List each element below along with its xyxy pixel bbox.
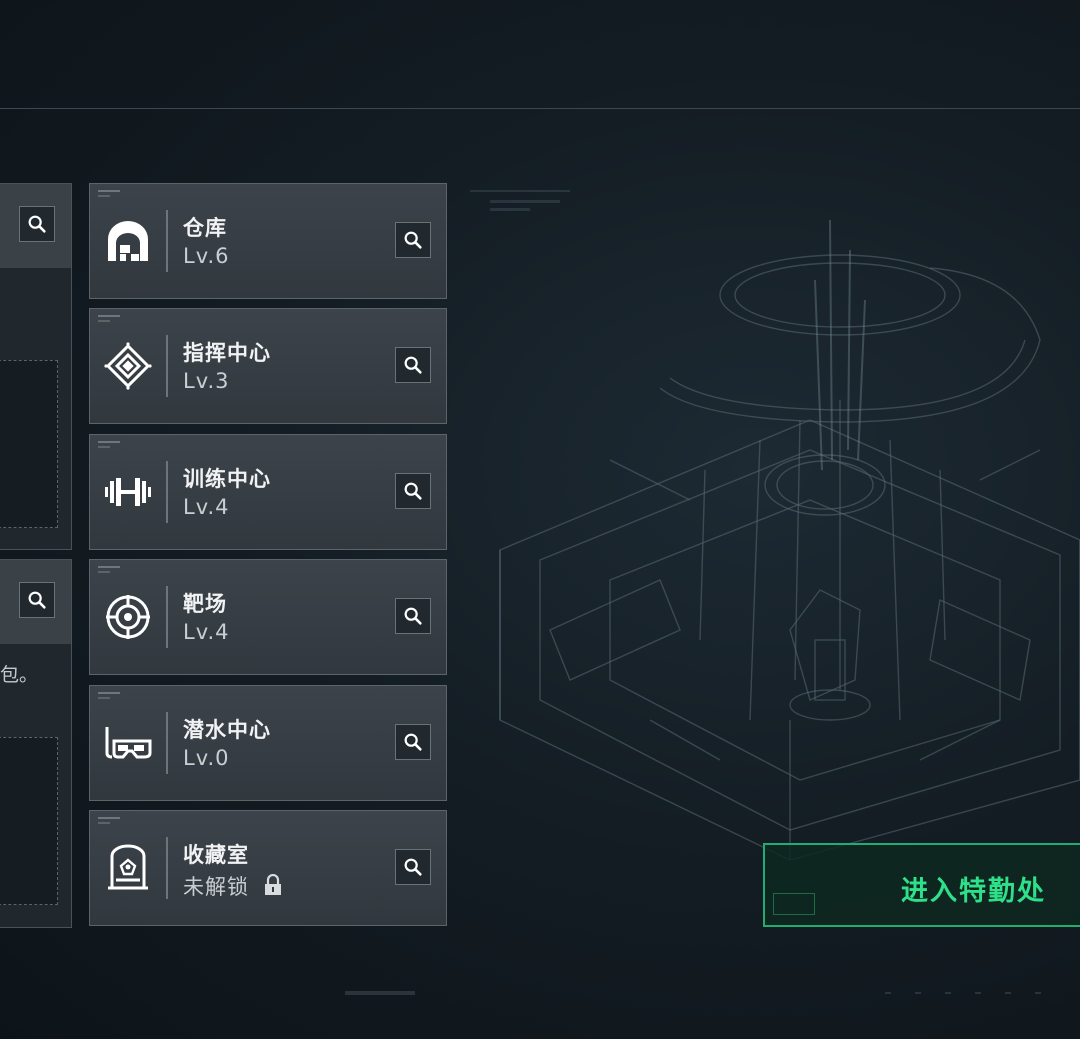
card-divider [166,461,168,523]
dumbbell-icon [104,468,152,516]
building-card-training-center[interactable]: 训练中心 Lv.4 [89,434,447,550]
card-divider [166,210,168,272]
building-level: Lv.6 [183,244,230,268]
search-icon [404,231,422,249]
building-card-diving-center[interactable]: 潜水中心 Lv.0 [89,685,447,801]
bottom-scroll-indicator [345,991,415,995]
search-icon [404,356,422,374]
building-level: Lv.4 [183,495,230,519]
card-tag [98,817,120,819]
card-tag [98,441,120,443]
bottom-decoration [885,992,1065,994]
building-level: Lv.0 [183,746,230,770]
card-tag [98,697,110,699]
enter-special-ops-button[interactable]: 进入特勤处 [763,843,1080,927]
lock-icon [264,873,282,896]
card-tag [98,566,120,568]
building-status: 未解锁 [183,875,249,899]
card-tag [98,320,110,322]
building-level: Lv.4 [183,620,230,644]
command-center-search-button[interactable] [395,347,431,383]
building-name: 收藏室 [183,843,249,867]
building-name: 潜水中心 [183,718,271,742]
left-panel-upper-search-button[interactable] [19,206,55,242]
building-name: 靶场 [183,592,227,616]
search-icon [28,591,46,609]
command-center-icon [104,342,152,390]
building-card-warehouse[interactable]: 仓库 Lv.6 [89,183,447,299]
building-card-shooting-range[interactable]: 靶场 Lv.4 [89,559,447,675]
left-panel-lower-text: 包。 [0,664,39,686]
card-divider [166,837,168,899]
card-tag [98,446,110,448]
collection-room-search-button[interactable] [395,849,431,885]
building-level: Lv.3 [183,369,230,393]
shooting-range-search-button[interactable] [395,598,431,634]
training-center-search-button[interactable] [395,473,431,509]
card-tag [98,692,120,694]
diving-center-search-button[interactable] [395,724,431,760]
building-card-collection-room[interactable]: 收藏室 未解锁 [89,810,447,926]
building-name: 仓库 [183,216,227,240]
search-icon [404,858,422,876]
building-card-command-center[interactable]: 指挥中心 Lv.3 [89,308,447,424]
card-divider [166,586,168,648]
left-panel-lower: 包。 [0,559,72,928]
left-panel-lower-search-button[interactable] [19,582,55,618]
enter-special-ops-label: 进入特勤处 [901,876,1046,907]
search-icon [404,607,422,625]
card-tag [98,195,110,197]
card-divider [166,335,168,397]
card-tag [98,190,120,192]
search-icon [404,733,422,751]
warehouse-search-button[interactable] [395,222,431,258]
left-panel-upper-slot [0,360,58,528]
diving-mask-icon [104,719,152,767]
left-panel-lower-slot [0,737,58,905]
building-name: 训练中心 [183,467,271,491]
button-decoration [773,893,815,915]
card-tag [98,822,110,824]
building-name: 指挥中心 [183,341,271,365]
target-icon [104,593,152,641]
search-icon [28,215,46,233]
search-icon [404,482,422,500]
card-tag [98,315,120,317]
card-tag [98,571,110,573]
left-panel-upper [0,183,72,550]
warehouse-icon [104,217,152,265]
base-blueprint-illustration [470,190,1080,860]
trophy-case-icon [104,844,152,892]
card-divider [166,712,168,774]
header-divider [0,108,1080,109]
